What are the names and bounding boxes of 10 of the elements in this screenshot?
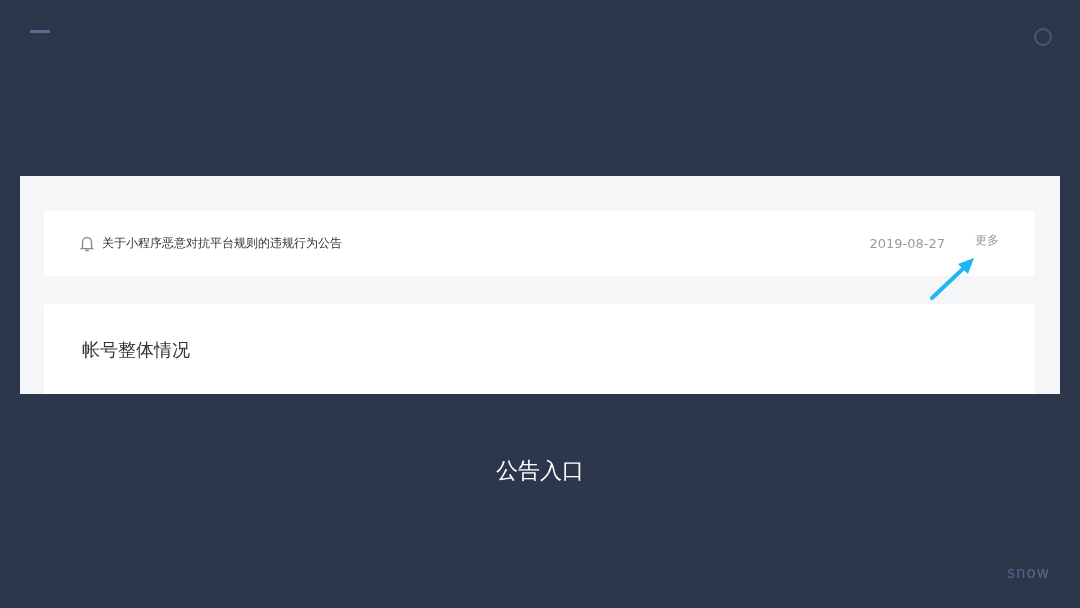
notice-title: 关于小程序恶意对抗平台规则的违规行为公告 [102,235,343,252]
more-link[interactable]: 更多 [975,232,999,249]
section-title: 帐号整体情况 [82,338,191,362]
logo: snow [1007,564,1050,582]
bell-icon [80,235,94,252]
notice-date: 2019-08-27 [869,236,945,251]
circle-icon [1034,28,1052,46]
dash-icon [30,30,50,33]
arrow-icon [930,256,976,300]
slide-caption: 公告入口 [495,457,585,485]
